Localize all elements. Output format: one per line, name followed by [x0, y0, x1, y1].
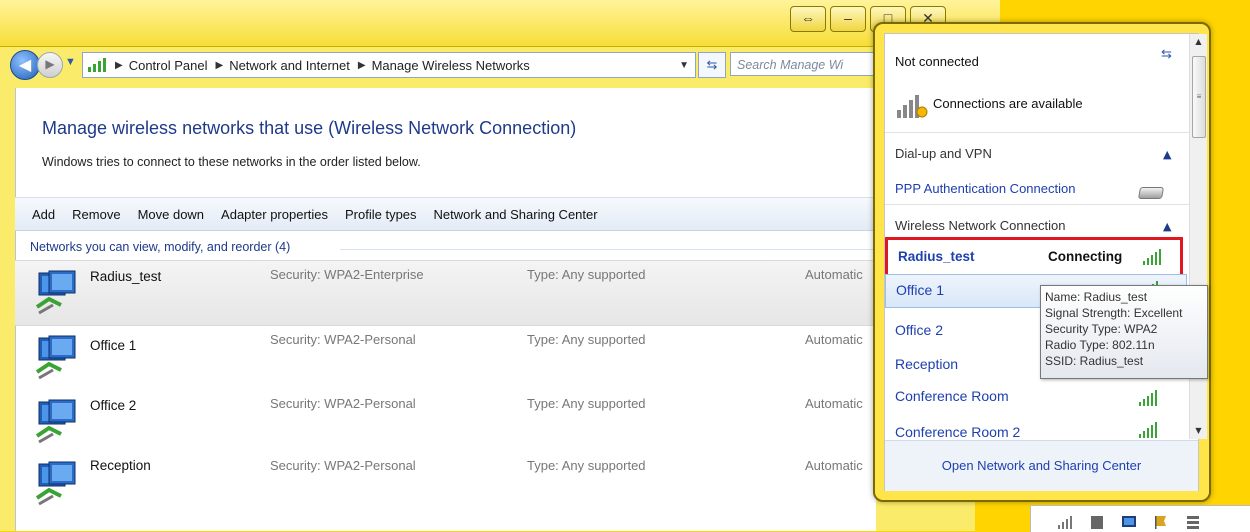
table-row[interactable]: Radius_test Security: WPA2-Enterprise Ty…	[15, 260, 875, 326]
network-security: Security: WPA2-Personal	[270, 332, 416, 347]
network-security: Security: WPA2-Personal	[270, 458, 416, 473]
connecting-network-name: Radius_test	[898, 249, 975, 264]
breadcrumb-separator-icon: ▶	[115, 59, 123, 71]
page-title: Manage wireless networks that use (Wirel…	[42, 118, 577, 138]
breadcrumb-separator-icon: ▶	[357, 59, 366, 71]
signal-strength-icon	[1139, 422, 1157, 438]
table-row[interactable]: Office 2 Security: WPA2-Personal Type: A…	[15, 390, 875, 454]
command-bar: Add Remove Move down Adapter properties …	[15, 197, 875, 231]
connecting-status: Connecting	[1048, 249, 1123, 264]
wireless-network-icon	[35, 270, 76, 315]
address-bar[interactable]: ▶ Control Panel ▶ Network and Internet ▶…	[82, 52, 696, 78]
collapse-dialup-icon[interactable]: ▲	[1163, 148, 1171, 161]
group-header: Networks you can view, modify, and reord…	[30, 240, 291, 254]
wifi-item-conference-room-2[interactable]: Conference Room 2	[895, 424, 1020, 440]
ppp-connection[interactable]: PPP Authentication Connection	[895, 181, 1075, 196]
refresh-button[interactable]: ⇆	[698, 52, 726, 78]
divider	[885, 204, 1189, 205]
table-row[interactable]: Office 1 Security: WPA2-Personal Type: A…	[15, 326, 875, 390]
remove-button[interactable]: Remove	[72, 207, 120, 222]
back-button[interactable]: ◀	[10, 50, 40, 80]
network-name: Radius_test	[90, 269, 162, 284]
scroll-thumb[interactable]: ≡	[1192, 56, 1206, 138]
tooltip-radio: Radio Type: 802.11n	[1045, 338, 1155, 352]
tooltip-signal: Signal Strength: Excellent	[1045, 306, 1183, 320]
list-icon[interactable]	[1185, 514, 1201, 530]
system-tray	[1030, 505, 1250, 532]
breadcrumb-manage-wireless[interactable]: Manage Wireless Networks	[372, 58, 530, 73]
forward-button[interactable]: ▶	[37, 52, 63, 78]
network-mode: Automatic	[805, 332, 863, 347]
address-dropdown-icon[interactable]: ▼	[679, 60, 689, 71]
collapse-wireless-icon[interactable]: ▲	[1163, 220, 1171, 233]
wifi-item-conference-room[interactable]: Conference Room	[895, 388, 1009, 404]
signal-strength-icon	[1143, 249, 1161, 265]
flyout-panel: Not connected ⇆ Connections are availabl…	[884, 33, 1207, 491]
navigation-row: ◀ ▶ ▼ ▶ Control Panel ▶ Network and Inte…	[10, 50, 990, 80]
network-security: Security: WPA2-Enterprise	[270, 267, 424, 282]
wifi-item-office-2[interactable]: Office 2	[895, 322, 943, 338]
network-name: Office 2	[90, 398, 137, 413]
network-icon	[88, 58, 106, 72]
network-type: Type: Any supported	[527, 458, 646, 473]
wifi-name: Office 1	[896, 282, 944, 298]
move-down-button[interactable]: Move down	[138, 207, 204, 222]
section-wireless: Wireless Network Connection	[895, 218, 1066, 233]
wifi-item-reception[interactable]: Reception	[895, 356, 958, 372]
table-row[interactable]: Reception Security: WPA2-Personal Type: …	[15, 452, 875, 516]
signal-strength-icon	[1139, 390, 1157, 406]
tooltip-name: Name: Radius_test	[1045, 290, 1148, 304]
network-mode: Automatic	[805, 267, 863, 282]
desktop-area	[975, 498, 1030, 531]
network-tooltip: Name: Radius_test Signal Strength: Excel…	[1040, 285, 1208, 379]
flag-icon[interactable]	[1153, 514, 1169, 530]
network-type: Type: Any supported	[527, 396, 646, 411]
breadcrumb-control-panel[interactable]: Control Panel	[129, 58, 208, 73]
network-name: Office 1	[90, 338, 137, 353]
modem-icon	[1137, 187, 1165, 199]
wireless-network-icon	[35, 335, 76, 380]
network-mode: Automatic	[805, 458, 863, 473]
network-security: Security: WPA2-Personal	[270, 396, 416, 411]
open-network-center-link[interactable]: Open Network and Sharing Center	[885, 440, 1198, 491]
network-mode: Automatic	[805, 396, 863, 411]
wireless-network-icon	[35, 399, 76, 444]
tooltip-security: Security Type: WPA2	[1045, 322, 1158, 336]
signal-available-icon	[897, 95, 928, 118]
group-divider	[340, 249, 875, 250]
connections-available-text: Connections are available	[933, 96, 1083, 111]
history-dropdown-icon[interactable]: ▼	[65, 56, 76, 68]
battery-icon[interactable]	[1089, 514, 1105, 530]
network-type: Type: Any supported	[527, 332, 646, 347]
scroll-up-icon[interactable]: ▲	[1190, 34, 1207, 50]
page-description: Windows tries to connect to these networ…	[42, 155, 421, 169]
profile-types-button[interactable]: Profile types	[345, 207, 417, 222]
adapter-properties-button[interactable]: Adapter properties	[221, 207, 328, 222]
network-sharing-center-button[interactable]: Network and Sharing Center	[434, 207, 598, 222]
network-name: Reception	[90, 458, 151, 473]
network-tray-icon[interactable]	[1057, 514, 1073, 530]
divider	[885, 132, 1189, 133]
scroll-down-icon[interactable]: ▼	[1190, 423, 1207, 439]
restore-icon[interactable]: ⇔	[790, 6, 826, 32]
connecting-network-item[interactable]: Radius_test Connecting	[885, 237, 1183, 277]
network-flyout: Not connected ⇆ Connections are availabl…	[873, 22, 1211, 502]
network-type: Type: Any supported	[527, 267, 646, 282]
connection-status: Not connected	[895, 54, 979, 69]
refresh-icon[interactable]: ⇆	[1161, 46, 1172, 62]
section-dialup: Dial-up and VPN	[895, 146, 992, 161]
breadcrumb-network-internet[interactable]: Network and Internet	[229, 58, 350, 73]
add-button[interactable]: Add	[32, 207, 55, 222]
wireless-network-icon	[35, 461, 76, 506]
breadcrumb-separator-icon: ▶	[215, 59, 224, 71]
tooltip-ssid: SSID: Radius_test	[1045, 354, 1144, 368]
display-icon[interactable]	[1121, 514, 1137, 530]
minimize-button[interactable]: –	[830, 6, 866, 32]
